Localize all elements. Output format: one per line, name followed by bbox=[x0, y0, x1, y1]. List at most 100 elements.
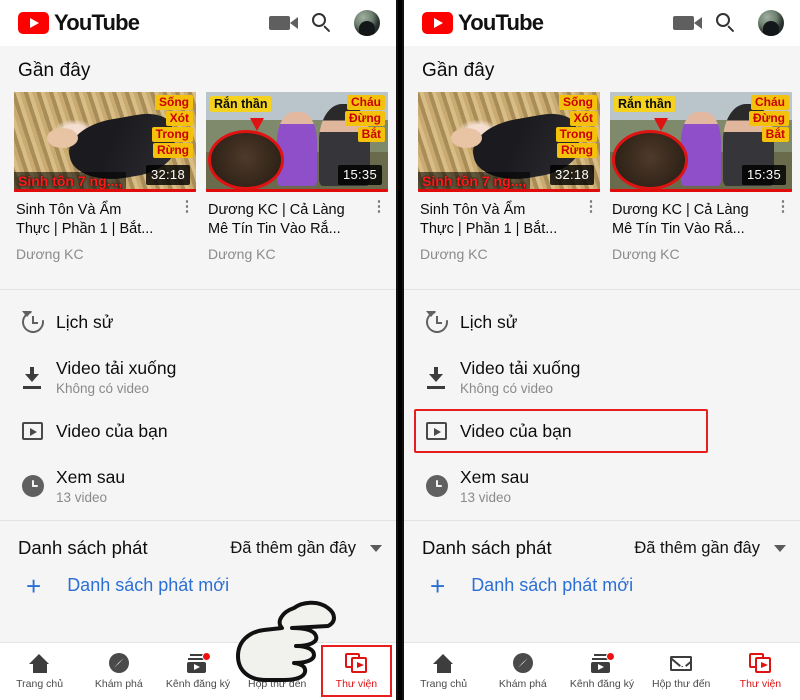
phone-screen-left: YouTube Gần đây Sống Xót Trong Rừng Sinh… bbox=[0, 0, 398, 700]
youtube-logo[interactable]: YouTube bbox=[18, 10, 140, 36]
library-shortcut-list-right: Lịch sử Video tải xuống Không có video V… bbox=[404, 290, 800, 520]
video-camera-icon[interactable] bbox=[269, 16, 298, 30]
new-playlist-label: Danh sách phát mới bbox=[67, 575, 230, 595]
thumbnail-overlay-right: Sống Xót Trong Rừng bbox=[151, 95, 193, 158]
library-item-sublabel: Không có video bbox=[460, 381, 554, 396]
video-channel: Dương KC bbox=[420, 246, 488, 262]
more-options-icon[interactable]: ⋮ bbox=[178, 199, 196, 262]
bottom-nav-explore[interactable]: Khám phá bbox=[79, 643, 158, 700]
chevron-down-icon[interactable] bbox=[774, 544, 786, 552]
video-camera-icon[interactable] bbox=[673, 16, 702, 30]
video-meta: Dương KC | Cả Làng Mê Tín Tin Vào Rắ... … bbox=[610, 192, 792, 262]
inbox-mail-icon bbox=[266, 653, 289, 673]
youtube-logo[interactable]: YouTube bbox=[422, 10, 544, 36]
video-meta: Sinh Tôn Và Ẩm Thực | Phần 1 | Bắt... Dư… bbox=[14, 192, 196, 262]
playlists-title: Danh sách phát bbox=[422, 537, 552, 558]
bottom-nav-subscriptions[interactable]: Kênh đăng ký bbox=[562, 643, 641, 700]
library-item-watch-later[interactable]: Xem sau 13 video bbox=[404, 455, 800, 516]
plus-icon: + bbox=[430, 570, 446, 601]
youtube-wordmark: YouTube bbox=[458, 10, 544, 35]
library-page-body-left: Gần đây Sống Xót Trong Rừng Sinh tồn 7 n… bbox=[0, 46, 396, 616]
playlists-sort-value[interactable]: Đã thêm gần đây bbox=[230, 539, 356, 558]
bottom-nav-explore[interactable]: Khám phá bbox=[483, 643, 562, 700]
library-item-label: Xem sau bbox=[56, 467, 126, 487]
avatar[interactable] bbox=[354, 10, 380, 36]
download-icon bbox=[22, 366, 56, 389]
video-thumbnail[interactable]: Rắn thần Cháu Đừng Bắt 15:35 bbox=[610, 92, 792, 192]
video-thumbnail[interactable]: Sống Xót Trong Rừng Sinh tồn 7 ng..., 32… bbox=[14, 92, 196, 192]
search-icon[interactable] bbox=[716, 13, 736, 33]
video-channel: Dương KC bbox=[612, 246, 680, 262]
library-item-downloads[interactable]: Video tải xuống Không có video bbox=[0, 346, 396, 407]
library-item-downloads[interactable]: Video tải xuống Không có video bbox=[404, 346, 800, 407]
bottom-nav-library[interactable]: Thư viện bbox=[721, 643, 800, 700]
video-duration-badge: 32:18 bbox=[549, 165, 594, 185]
youtube-play-badge-icon bbox=[18, 12, 49, 34]
library-item-watch-later[interactable]: Xem sau 13 video bbox=[0, 455, 396, 516]
library-item-your-videos[interactable]: Video của bạn bbox=[404, 407, 800, 455]
notification-badge-dot bbox=[202, 651, 211, 661]
plus-icon: + bbox=[26, 570, 42, 601]
progress-bar bbox=[418, 189, 600, 192]
subscriptions-icon bbox=[591, 651, 615, 673]
download-icon bbox=[426, 366, 460, 389]
library-item-history[interactable]: Lịch sử bbox=[0, 298, 396, 346]
new-playlist-button[interactable]: + Danh sách phát mới bbox=[404, 571, 800, 616]
app-header-right: YouTube bbox=[404, 0, 800, 46]
bottom-nav-library[interactable]: Thư viện bbox=[317, 643, 396, 700]
bottom-nav-subscriptions[interactable]: Kênh đăng ký bbox=[158, 643, 237, 700]
library-item-sublabel: 13 video bbox=[56, 490, 108, 505]
library-item-sublabel: 13 video bbox=[460, 490, 512, 505]
library-item-label: Lịch sử bbox=[460, 312, 518, 332]
playlists-header-right: Danh sách phát Đã thêm gần đây bbox=[404, 521, 800, 571]
video-duration-badge: 15:35 bbox=[337, 165, 382, 185]
library-item-your-videos[interactable]: Video của bạn bbox=[0, 407, 396, 455]
avatar[interactable] bbox=[758, 10, 784, 36]
video-thumbnail[interactable]: Rắn thần Cháu Đừng Bắt 15:35 bbox=[206, 92, 388, 192]
subscriptions-icon bbox=[187, 651, 211, 673]
video-title: Sinh Tôn Và Ẩm Thực | Phần 1 | Bắt... bbox=[16, 202, 154, 237]
bottom-nav-label: Kênh đăng ký bbox=[569, 678, 635, 690]
recent-videos-row[interactable]: Sống Xót Trong Rừng Sinh tồn 7 ng..., 32… bbox=[0, 92, 396, 262]
playlists-sort-value[interactable]: Đã thêm gần đây bbox=[634, 539, 760, 558]
chevron-down-icon[interactable] bbox=[370, 544, 382, 552]
bottom-nav-label: Khám phá bbox=[498, 678, 547, 690]
recent-section-title: Gần đây bbox=[422, 60, 495, 81]
video-card[interactable]: Rắn thần Cháu Đừng Bắt 15:35 Dương KC | … bbox=[610, 92, 792, 262]
thumbnail-overlay-right: Sống Xót Trong Rừng bbox=[555, 95, 597, 158]
thumbnail-overlay-left: Rắn thần bbox=[210, 96, 272, 112]
more-options-icon[interactable]: ⋮ bbox=[370, 199, 388, 262]
more-options-icon[interactable]: ⋮ bbox=[774, 199, 792, 262]
video-card[interactable]: Rắn thần Cháu Đừng Bắt 15:35 Dương KC | … bbox=[206, 92, 388, 262]
header-actions bbox=[269, 10, 380, 36]
recent-section-title: Gần đây bbox=[18, 60, 91, 81]
search-icon[interactable] bbox=[312, 13, 332, 33]
progress-bar bbox=[14, 189, 196, 192]
video-channel: Dương KC bbox=[208, 246, 276, 262]
video-duration-badge: 32:18 bbox=[145, 165, 190, 185]
new-playlist-label: Danh sách phát mới bbox=[471, 575, 634, 595]
bottom-nav-label: Trang chủ bbox=[16, 678, 64, 690]
playlists-header-left: Danh sách phát Đã thêm gần đây bbox=[0, 521, 396, 571]
bottom-nav-home[interactable]: Trang chủ bbox=[404, 643, 483, 700]
video-duration-badge: 15:35 bbox=[741, 165, 786, 185]
bottom-nav-inbox[interactable]: Hộp thư đến bbox=[642, 643, 721, 700]
video-thumbnail[interactable]: Sống Xót Trong Rừng Sinh tồn 7 ng..., 32… bbox=[418, 92, 600, 192]
bottom-nav-right: Trang chủ Khám phá Kênh đăng ký Hộp thư … bbox=[404, 642, 800, 700]
notification-badge-dot bbox=[606, 651, 615, 661]
video-title: Dương KC | Cả Làng Mê Tín Tin Vào Rắ... bbox=[612, 202, 749, 237]
library-item-label: Lịch sử bbox=[56, 312, 114, 332]
video-card[interactable]: Sống Xót Trong Rừng Sinh tồn 7 ng..., 32… bbox=[14, 92, 196, 262]
recent-videos-row[interactable]: Sống Xót Trong Rừng Sinh tồn 7 ng..., 32… bbox=[404, 92, 800, 262]
bottom-nav-inbox[interactable]: Hộp thư đến bbox=[238, 643, 317, 700]
library-item-label: Video tải xuống bbox=[460, 358, 581, 378]
progress-bar bbox=[610, 189, 792, 192]
bottom-nav-home[interactable]: Trang chủ bbox=[0, 643, 79, 700]
more-options-icon[interactable]: ⋮ bbox=[582, 199, 600, 262]
video-card[interactable]: Sống Xót Trong Rừng Sinh tồn 7 ng..., 32… bbox=[418, 92, 600, 262]
library-item-history[interactable]: Lịch sử bbox=[404, 298, 800, 346]
compass-icon bbox=[512, 653, 533, 673]
new-playlist-button[interactable]: + Danh sách phát mới bbox=[0, 571, 396, 616]
bottom-nav-label: Trang chủ bbox=[420, 678, 468, 690]
